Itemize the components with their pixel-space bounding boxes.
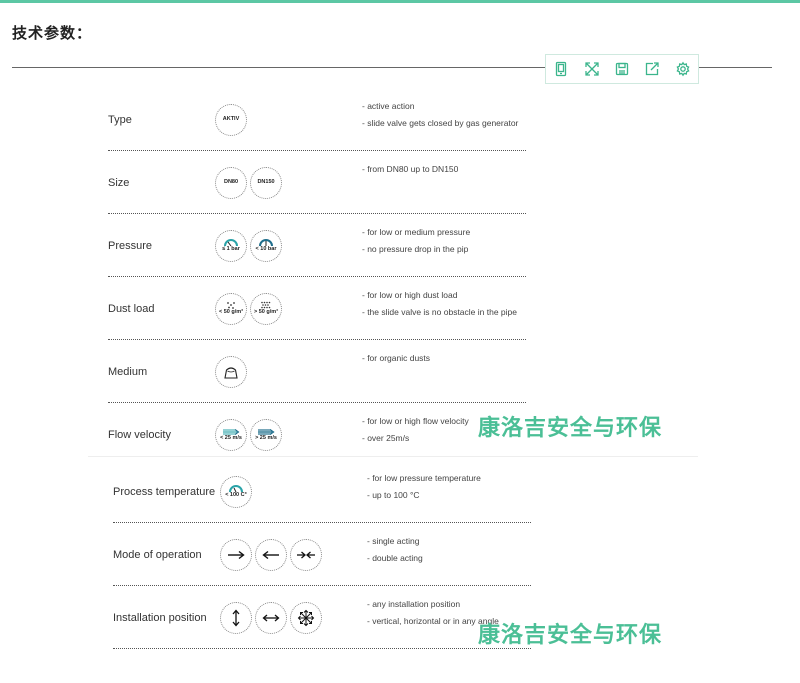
organic-dust-pile-icon <box>215 355 247 388</box>
param-label: Pressure <box>108 239 153 252</box>
tech-params-table: Type AKTIV - active action - slide valve … <box>0 88 800 683</box>
section-divider <box>88 456 698 457</box>
param-icons: < 50 g/m³ > 50 g/m³ <box>215 277 282 340</box>
low-pressure-gauge-icon: ≤ 1 bar <box>215 229 247 262</box>
param-label: Medium <box>108 365 148 378</box>
param-label: Type <box>108 113 132 126</box>
param-description: - for low or high dust load - the slide v… <box>362 290 517 317</box>
param-description: - for low pressure temperature - up to 10… <box>367 473 481 500</box>
arrow-right-icon <box>220 538 252 571</box>
aktiv-badge-icon: AKTIV <box>215 103 247 136</box>
temperature-gauge-icon: < 100 C° <box>220 475 252 508</box>
low-flow-arrow-icon: < 25 m/s <box>215 418 247 451</box>
save-icon[interactable] <box>611 58 633 80</box>
param-row-installation-position: Installation position - any installation… <box>0 586 800 649</box>
param-label: Mode of operation <box>113 548 202 561</box>
watermark-text: 康洛吉安全与环保 <box>478 623 663 648</box>
dn80-badge-icon: DN80 <box>215 166 247 199</box>
dn150-badge-icon: DN150 <box>250 166 282 199</box>
param-row-medium: Medium - for organic dusts <box>0 340 800 403</box>
top-accent-bar <box>0 0 800 3</box>
param-label: Dust load <box>108 302 155 315</box>
param-icons <box>220 523 322 586</box>
param-icons <box>220 586 322 649</box>
param-icons: ≤ 1 bar < 10 bar <box>215 214 282 277</box>
any-angle-arrows-icon <box>290 601 322 634</box>
high-flow-arrow-icon: > 25 m/s <box>250 418 282 451</box>
arrows-converging-icon <box>290 538 322 571</box>
param-description: - single acting - double acting <box>367 536 423 563</box>
tablet-icon[interactable] <box>550 58 572 80</box>
param-description: - for organic dusts <box>362 353 431 363</box>
share-icon[interactable] <box>641 58 663 80</box>
param-label: Installation position <box>113 611 207 624</box>
param-icons <box>215 340 247 403</box>
page-title: 技术参数： <box>12 25 93 42</box>
low-dust-icon: < 50 g/m³ <box>215 292 247 325</box>
param-description: - for low or medium pressure - no pressur… <box>362 227 471 254</box>
param-row-mode-of-operation: Mode of operation - single acting - doubl… <box>0 523 800 586</box>
settings-icon[interactable] <box>672 58 694 80</box>
medium-pressure-gauge-icon: < 10 bar <box>250 229 282 262</box>
param-icons: AKTIV <box>215 88 247 151</box>
arrow-left-icon <box>255 538 287 571</box>
watermark-text: 康洛吉安全与环保 <box>478 416 663 441</box>
vertical-arrows-icon <box>220 601 252 634</box>
image-toolbar <box>545 54 699 84</box>
param-description: - active action - slide valve gets closed… <box>362 101 519 128</box>
param-description: - for low or high flow velocity - over 25… <box>362 416 469 443</box>
param-row-process-temperature: Process temperature < 100 C° - for low p… <box>0 460 800 523</box>
param-description: - from DN80 up to DN150 <box>362 164 459 174</box>
high-dust-icon: > 50 g/m³ <box>250 292 282 325</box>
param-row-size: Size DN80 DN150 - from DN80 up to DN150 <box>0 151 800 214</box>
param-label: Process temperature <box>113 485 216 498</box>
param-row-dust-load: Dust load < 50 g/m³ > 50 g/m³ - for low … <box>0 277 800 340</box>
param-row-type: Type AKTIV - active action - slide valve … <box>0 88 800 151</box>
param-icons: DN80 DN150 <box>215 151 282 214</box>
fullscreen-icon[interactable] <box>581 58 603 80</box>
param-icons: < 100 C° <box>220 460 252 523</box>
horizontal-arrows-icon <box>255 601 287 634</box>
param-label: Size <box>108 176 130 189</box>
param-row-pressure: Pressure ≤ 1 bar < 10 bar - for low or m… <box>0 214 800 277</box>
